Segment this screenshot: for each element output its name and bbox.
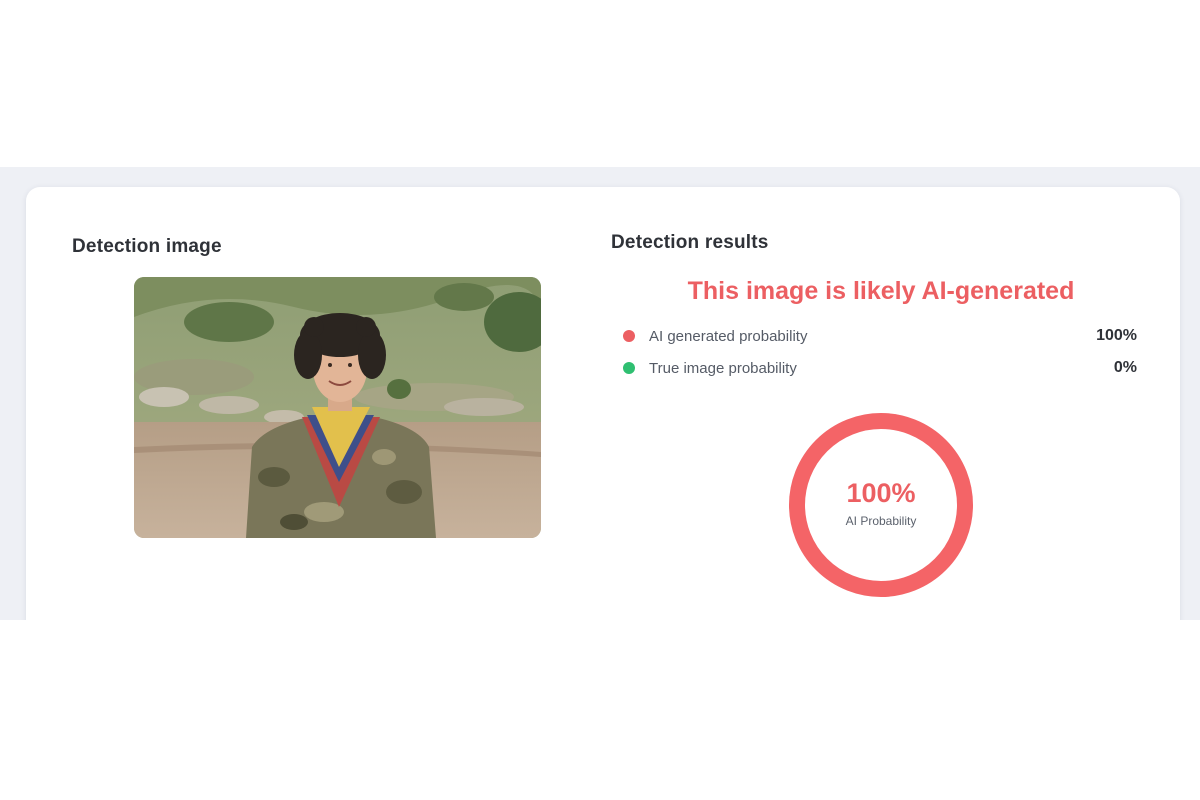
ai-probability-value: 100% (1096, 327, 1137, 344)
ring-caption: AI Probability (845, 514, 917, 528)
green-dot-icon (623, 362, 635, 374)
true-probability-value: 0% (1113, 359, 1137, 376)
detection-image-title: Detection image (72, 236, 222, 257)
ring-value: 100% (846, 478, 916, 508)
true-probability-label: True image probability (649, 359, 797, 377)
page-backdrop: Detection image Detection results This i… (0, 167, 1200, 620)
ai-probability-row: AI generated probability 100% (623, 326, 1137, 346)
detection-photo (134, 277, 541, 538)
ai-probability-label: AI generated probability (649, 327, 808, 345)
verdict-heading: This image is likely AI-generated (687, 277, 1075, 305)
detection-card: Detection image Detection results This i… (26, 187, 1180, 620)
true-probability-row: True image probability 0% (623, 358, 1137, 378)
ring-readout: 100% AI Probability (787, 478, 975, 528)
red-dot-icon (623, 330, 635, 342)
detection-results-title: Detection results (611, 232, 769, 253)
